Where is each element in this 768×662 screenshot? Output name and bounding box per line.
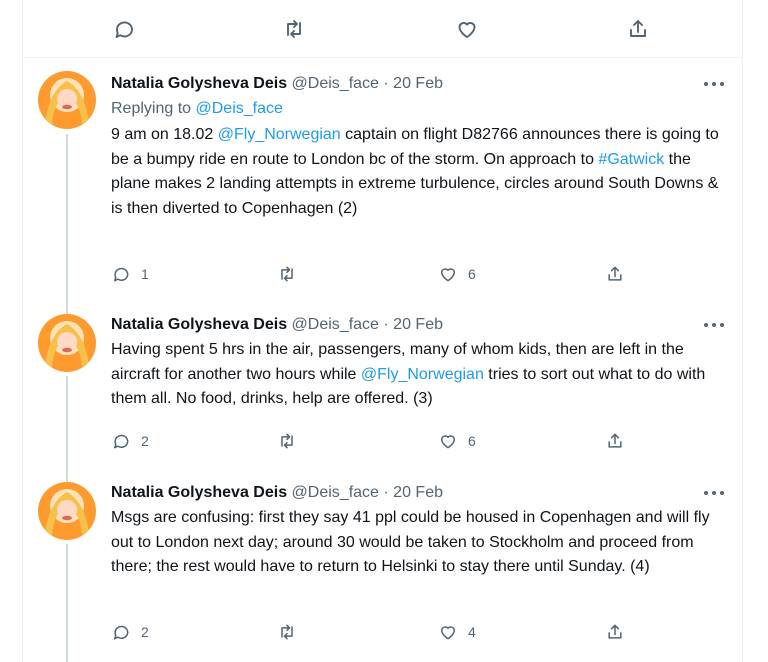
retweet-button[interactable] [277,622,307,642]
tweet-text: 9 am on 18.02 @Fly_Norwegian captain on … [111,123,724,221]
mention-link[interactable]: @Fly_Norwegian [218,126,341,143]
tweet[interactable]: Natalia Golysheva Deis @Deis_face · 20 F… [23,306,742,482]
author-handle[interactable]: @Deis_face [292,316,379,333]
avatar[interactable] [38,314,96,372]
share-button[interactable] [605,264,625,284]
tweet-date[interactable]: 20 Feb [393,316,443,333]
tweet-thread: Natalia Golysheva Deis @Deis_face · 20 F… [22,0,743,662]
author-name[interactable]: Natalia Golysheva Deis [111,484,287,501]
tweet-action-bar: 2 4 [111,622,651,642]
heart-icon [441,435,455,449]
like-count: 6 [468,266,476,282]
separator: · [383,484,389,501]
separator: · [383,75,389,92]
hashtag-link[interactable]: #Gatwick [598,151,664,168]
avatar-image [38,482,96,540]
heart-icon [441,626,455,640]
reply-count: 2 [141,624,149,640]
avatar[interactable] [38,482,96,540]
tweet-text: Msgs are confusing: first they say 41 pp… [111,509,710,575]
tweet-header: Natalia Golysheva Deis @Deis_face · 20 F… [111,315,724,335]
retweet-icon [281,624,293,640]
tweet-action-bar: 1 6 [111,264,651,284]
avatar[interactable] [38,71,96,129]
retweet-icon[interactable] [281,16,307,42]
retweet-button[interactable] [277,264,307,284]
replying-handle-link[interactable]: @Deis_face [196,100,283,117]
reply-count: 1 [141,266,149,282]
author-name[interactable]: Natalia Golysheva Deis [111,75,287,92]
like-button[interactable]: 4 [438,622,476,642]
like-count: 6 [468,433,476,449]
tweet-header: Natalia Golysheva Deis @Deis_face · 20 F… [111,483,724,503]
tweet-date[interactable]: 20 Feb [393,484,443,501]
share-icon [608,624,622,639]
tweet-header: Natalia Golysheva Deis @Deis_face · 20 F… [111,74,724,94]
thread-connector [66,376,68,482]
more-icon[interactable] [704,317,724,333]
author-handle[interactable]: @Deis_face [292,484,379,501]
tweet-text: Having spent 5 hrs in the air, passenger… [111,338,724,412]
heart-icon[interactable] [454,16,480,42]
avatar-image [38,71,96,129]
tweet[interactable]: Natalia Golysheva Deis @Deis_face · 20 F… [23,474,742,662]
like-count: 4 [468,624,476,640]
thread-connector [66,134,68,314]
author-handle[interactable]: @Deis_face [292,75,379,92]
share-button[interactable] [605,431,625,451]
author-name[interactable]: Natalia Golysheva Deis [111,316,287,333]
text-segment: 9 am on 18.02 [111,126,218,143]
separator: · [383,316,389,333]
more-icon[interactable] [704,76,724,92]
reply-icon [114,434,129,449]
thread-connector [66,544,68,662]
reply-icon [114,267,129,282]
share-icon[interactable] [625,16,651,42]
reply-icon [114,625,129,640]
avatar-image [38,314,96,372]
reply-icon[interactable] [111,16,137,42]
reply-button[interactable]: 1 [111,264,149,284]
share-icon [608,433,622,448]
previous-tweet-action-bar [23,0,742,58]
heart-icon [441,268,455,282]
like-button[interactable]: 6 [438,431,476,451]
like-button[interactable]: 6 [438,264,476,284]
reply-count: 2 [141,433,149,449]
more-icon[interactable] [704,485,724,501]
tweet[interactable]: Natalia Golysheva Deis @Deis_face · 20 F… [23,58,742,314]
tweet-action-bar: 2 6 [111,431,651,451]
reply-button[interactable]: 2 [111,431,149,451]
reply-button[interactable]: 2 [111,622,149,642]
replying-prefix: Replying to [111,100,196,117]
retweet-button[interactable] [277,431,307,451]
share-button[interactable] [605,622,625,642]
tweet-date[interactable]: 20 Feb [393,75,443,92]
share-icon [608,266,622,281]
replying-to: Replying to @Deis_face [111,98,724,120]
retweet-icon [281,266,293,282]
mention-link[interactable]: @Fly_Norwegian [361,366,484,383]
retweet-icon [281,433,293,449]
